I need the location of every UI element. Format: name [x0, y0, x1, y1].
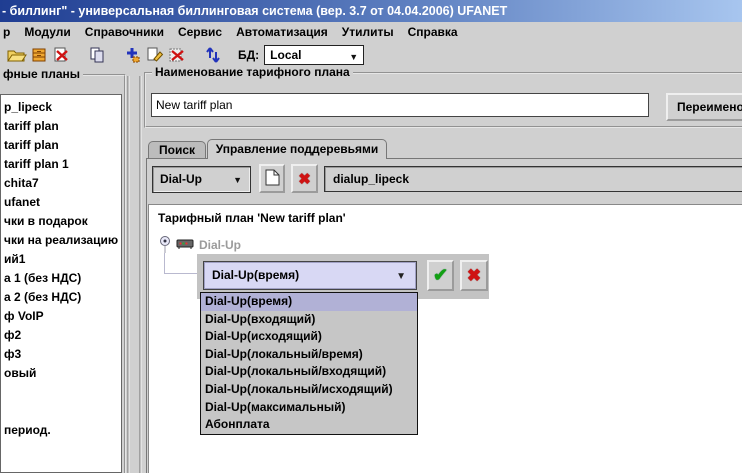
dropdown-option[interactable]: Dial-Up(максимальный)	[201, 399, 417, 417]
list-item[interactable]: чки на реализацию	[4, 231, 121, 250]
tariff-name-group-title: Наименование тарифного плана	[152, 65, 353, 79]
edit-icon[interactable]	[144, 44, 166, 66]
dropdown-option[interactable]: Dial-Up(входящий)	[201, 311, 417, 329]
refresh-icon[interactable]	[202, 44, 224, 66]
new-subtree-button[interactable]	[259, 164, 285, 193]
tariff-plans-group-title: фные планы	[0, 67, 83, 81]
list-item[interactable]	[4, 383, 121, 402]
rename-button[interactable]: Переимено	[666, 93, 742, 121]
delete-subtree-button[interactable]: ✖	[291, 164, 318, 193]
tariff-plan-list[interactable]: p_lipeck tariff plan tariff plan tariff …	[0, 94, 122, 473]
delete-document-icon[interactable]	[50, 44, 72, 66]
menu-item-utilities[interactable]: Утилиты	[342, 25, 394, 39]
tree-connector-line	[164, 273, 197, 274]
list-item[interactable]: ий1	[4, 250, 121, 269]
chevron-down-icon: ▼	[349, 48, 358, 66]
open-folder-icon[interactable]	[6, 44, 28, 66]
list-item[interactable]: а 1 (без НДС)	[4, 269, 121, 288]
add-icon[interactable]	[122, 44, 144, 66]
copy-icon[interactable]	[86, 44, 108, 66]
list-item[interactable]: chita7	[4, 174, 121, 193]
delete-icon: ✖	[298, 170, 311, 188]
node-kind-combobox[interactable]: Dial-Up(время) ▼	[203, 261, 417, 290]
tab-search[interactable]: Поиск	[148, 141, 206, 158]
db-label: БД:	[238, 48, 259, 62]
dropdown-option[interactable]: Абонплата	[201, 416, 417, 434]
modem-icon	[176, 237, 195, 253]
tariff-name-input[interactable]	[151, 93, 649, 117]
menu-item-automation[interactable]: Автоматизация	[236, 25, 328, 39]
node-kind-dropdown: Dial-Up(время) Dial-Up(входящий) Dial-Up…	[200, 292, 418, 435]
db-combobox[interactable]: Local ▼	[264, 45, 364, 65]
tariff-tree-header: Тарифный план 'New tariff plan'	[158, 211, 346, 225]
menu-item-cut[interactable]: р	[3, 25, 10, 39]
tree-node-dialup[interactable]: Dial-Up	[199, 238, 241, 252]
list-item[interactable]: ф3	[4, 345, 121, 364]
dropdown-option[interactable]: Dial-Up(локальный/входящий)	[201, 363, 417, 381]
dropdown-option[interactable]: Dial-Up(локальный/исходящий)	[201, 381, 417, 399]
menu-item-directories[interactable]: Справочники	[85, 25, 164, 39]
menubar: р Модули Справочники Сервис Автоматизаци…	[0, 22, 742, 41]
splitter[interactable]	[127, 76, 130, 473]
menu-item-help[interactable]: Справка	[408, 25, 458, 39]
toolbar: БД: Local ▼	[0, 41, 742, 69]
list-item[interactable]: а 2 (без НДС)	[4, 288, 121, 307]
list-item[interactable]	[4, 402, 121, 421]
db-combobox-value: Local	[270, 48, 301, 62]
list-item[interactable]: ф VoIP	[4, 307, 121, 326]
list-item[interactable]: ufanet	[4, 193, 121, 212]
list-item[interactable]: овый	[4, 364, 121, 383]
chevron-down-icon: ▼	[396, 263, 406, 290]
cancel-x-icon: ✖	[467, 266, 481, 286]
menu-item-modules[interactable]: Модули	[24, 25, 70, 39]
list-item[interactable]: период.	[4, 421, 121, 440]
window-titlebar: - биллинг" - универсальная биллинговая с…	[0, 0, 742, 22]
list-item[interactable]: tariff plan 1	[4, 155, 121, 174]
new-document-icon	[265, 169, 280, 189]
node-kind-value: Dial-Up(время)	[212, 268, 299, 282]
tree-expand-handle-icon[interactable]	[158, 234, 172, 257]
window-title: - биллинг" - универсальная биллинговая с…	[2, 4, 507, 18]
dropdown-option[interactable]: Dial-Up(исходящий)	[201, 328, 417, 346]
subtree-name-field[interactable]: dialup_lipeck	[324, 166, 742, 192]
list-item[interactable]: tariff plan	[4, 117, 121, 136]
tree-connector-line	[164, 253, 165, 274]
tab-subtree-management[interactable]: Управление поддеревьями	[207, 139, 387, 159]
list-item[interactable]: tariff plan	[4, 136, 121, 155]
list-item[interactable]: чки в подарок	[4, 212, 121, 231]
chevron-down-icon: ▼	[233, 168, 242, 193]
menu-item-service[interactable]: Сервис	[178, 25, 222, 39]
card-file-icon[interactable]	[28, 44, 50, 66]
confirm-button[interactable]: ✔	[427, 260, 454, 291]
dropdown-option[interactable]: Dial-Up(локальный/время)	[201, 346, 417, 364]
remove-icon[interactable]	[166, 44, 188, 66]
dropdown-option[interactable]: Dial-Up(время)	[201, 293, 417, 311]
list-item[interactable]: ф2	[4, 326, 121, 345]
splitter-groove	[139, 76, 142, 473]
subtree-type-combobox[interactable]: Dial-Up ▼	[152, 166, 251, 193]
list-item[interactable]: p_lipeck	[4, 98, 121, 117]
cancel-button[interactable]: ✖	[460, 260, 488, 291]
subtree-type-value: Dial-Up	[160, 172, 202, 186]
confirm-check-icon: ✔	[433, 265, 448, 286]
